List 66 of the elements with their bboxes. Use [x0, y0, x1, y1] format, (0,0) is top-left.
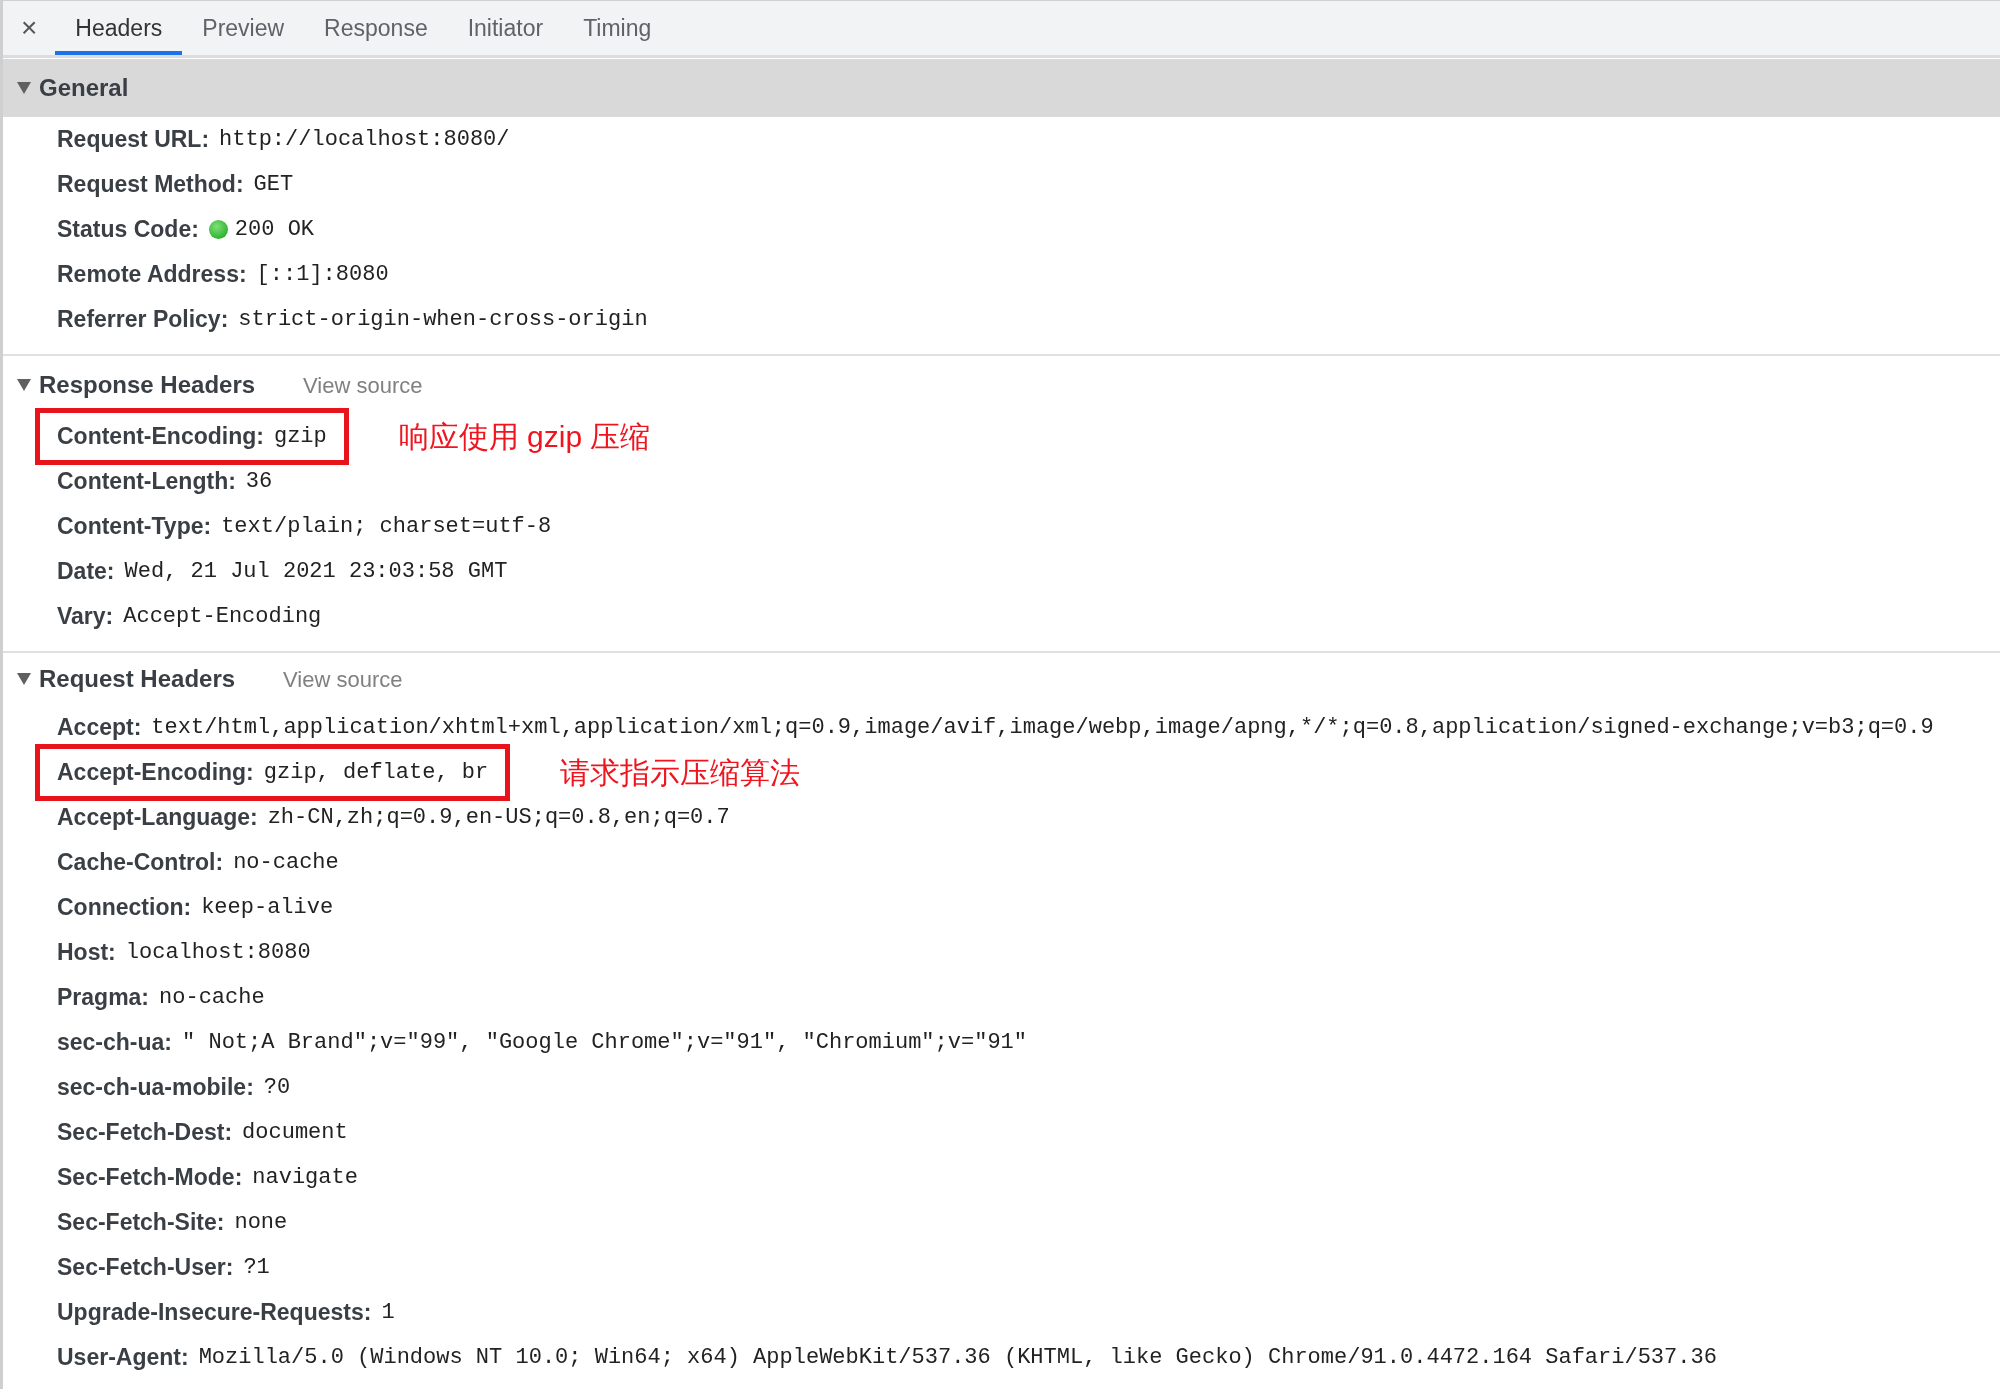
header-name: Content-Type: [57, 512, 212, 542]
header-name: Pragma: [57, 983, 150, 1013]
header-name: Status Code: [57, 215, 199, 245]
header-name: Connection: [57, 893, 192, 923]
header-name: Upgrade-Insecure-Requests: [57, 1298, 372, 1328]
header-value: no-cache [159, 984, 265, 1012]
header-value: text/html,application/xhtml+xml,application/xml;q=0.9,image/avif,image/webp,image/apng,*/*;q=0.8,application/signed-exchange;v=b3;q=0.9 [151, 714, 1934, 742]
header-name: Remote Address: [57, 260, 247, 290]
header-value: 36 [245, 468, 273, 496]
header-value: no-cache [233, 849, 339, 877]
header-value: gzip [273, 423, 327, 451]
header-value: GET [253, 171, 294, 199]
header-name: Request URL: [57, 125, 210, 155]
header-value: ?0 [263, 1074, 291, 1102]
header-name: Accept-Language: [57, 803, 258, 833]
section-header[interactable]: Response Headers View source [3, 356, 2000, 414]
section-title: Response Headers [39, 370, 256, 400]
header-value: navigate [252, 1164, 358, 1192]
section-title: General [39, 73, 129, 103]
header-name: sec-ch-ua: [57, 1028, 173, 1058]
header-name: sec-ch-ua-mobile: [57, 1073, 254, 1103]
header-name: Cache-Control: [57, 848, 224, 878]
header-value: ?1 [243, 1254, 270, 1282]
header-name: Sec-Fetch-Dest: [57, 1118, 233, 1148]
header-value: strict-origin-when-cross-origin [238, 306, 648, 334]
header-value: Wed, 21 Jul 2021 23:03:58 GMT [124, 558, 508, 586]
header-value: document [242, 1119, 348, 1147]
header-name: Accept-Encoding: [57, 758, 254, 788]
tab[interactable]: Headers [55, 1, 183, 55]
view-source-link[interactable]: View source [303, 368, 423, 402]
header-value: gzip, deflate, br [263, 759, 489, 787]
annotation-text: 请求指示压缩算法 [560, 755, 801, 791]
header-value: zh-CN,zh;q=0.9,en-US;q=0.8,en;q=0.7 [267, 804, 730, 832]
header-value: Mozilla/5.0 (Windows NT 10.0; Win64; x64) AppleWebKit/537.36 (KHTML, like Gecko) Chrome/91.0.4472.164 Safari/537.36 [198, 1344, 1717, 1372]
section-title: Request Headers [39, 664, 236, 694]
header-name: Referrer Policy: [57, 305, 229, 335]
header-name: User-Agent: [57, 1343, 189, 1373]
tab[interactable]: Response [304, 1, 448, 55]
section-header[interactable]: Request Headers View source [3, 653, 2000, 705]
header-name: Sec-Fetch-Mode: [57, 1163, 243, 1193]
header-name: Request Method: [57, 170, 244, 200]
header-name: Date: [57, 557, 115, 587]
tab[interactable]: Timing [563, 1, 672, 55]
header-value: " Not;A Brand";v="99", "Google Chrome";v="91", "Chromium";v="91" [182, 1029, 1027, 1057]
header-value: [::1]:8080 [256, 261, 389, 289]
header-name: Content-Length: [57, 467, 236, 497]
header-value: 200 OK [234, 216, 315, 244]
header-name: Sec-Fetch-User: [57, 1253, 234, 1283]
section-header[interactable]: General [3, 59, 2000, 117]
header-value: none [234, 1209, 288, 1237]
view-source-link[interactable]: View source [283, 662, 403, 696]
tab[interactable]: Initiator [447, 1, 564, 55]
header-value: localhost:8080 [125, 939, 311, 967]
header-value: http://localhost:8080/ [219, 126, 510, 154]
header-name: Accept: [57, 713, 142, 743]
header-name: Host: [57, 938, 116, 968]
tab[interactable]: Preview [182, 1, 305, 55]
header-value: 1 [381, 1299, 395, 1327]
header-name: Sec-Fetch-Site: [57, 1208, 225, 1238]
header-value: keep-alive [201, 894, 334, 922]
annotation-text: 响应使用 gzip 压缩 [398, 419, 651, 455]
header-value: Accept-Encoding [123, 603, 322, 631]
header-value: text/plain; charset=utf-8 [221, 513, 552, 541]
header-name: Content-Encoding: [57, 422, 264, 452]
header-name: Vary: [57, 602, 114, 632]
close-button[interactable]: × [3, 1, 56, 55]
